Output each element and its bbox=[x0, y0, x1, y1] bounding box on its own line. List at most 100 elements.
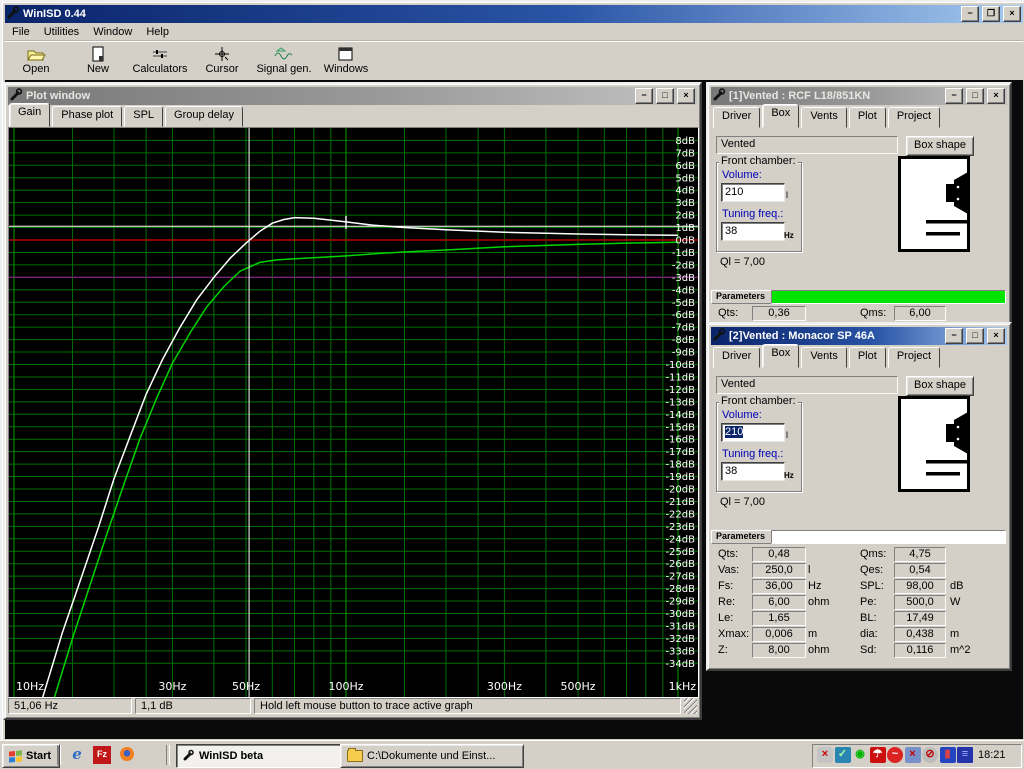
plot-close-button[interactable]: × bbox=[677, 88, 695, 104]
proj2-volume-input[interactable]: 210 bbox=[721, 423, 785, 442]
proj2-param-unit: m bbox=[808, 628, 817, 640]
proj2-tab-vents[interactable]: Vents bbox=[801, 347, 847, 368]
filezilla-quicklaunch-icon[interactable]: Fz bbox=[93, 746, 111, 764]
project2-maximize-button[interactable]: □ bbox=[966, 328, 984, 344]
proj2-param-unit: m bbox=[950, 628, 959, 640]
proj1-tab-driver[interactable]: Driver bbox=[713, 107, 760, 128]
internet-explorer-quicklaunch-icon[interactable]: e bbox=[68, 746, 86, 764]
menu-help[interactable]: Help bbox=[139, 25, 176, 39]
proj1-tab-plot[interactable]: Plot bbox=[849, 107, 886, 128]
menu-bar: FileUtilitiesWindowHelp bbox=[5, 23, 1023, 41]
menu-window[interactable]: Window bbox=[86, 25, 139, 39]
tab-group-delay[interactable]: Group delay bbox=[165, 106, 243, 127]
y-axis-label: 4dB bbox=[675, 186, 695, 197]
plot-area[interactable]: 8dB7dB6dB5dB4dB3dB2dB1dB0dB-1dB-2dB-3dB-… bbox=[8, 127, 699, 698]
plot-window-titlebar[interactable]: Plot window − □ × bbox=[8, 87, 697, 105]
proj2-param-value: 98,00 bbox=[894, 579, 946, 594]
battery-monitor-tray-icon[interactable]: ▮ bbox=[940, 747, 956, 763]
project1-title: [1]Vented : RCF L18/851KN bbox=[729, 90, 942, 102]
proj2-param-value: 0,438 bbox=[894, 627, 946, 642]
project2-title: [2]Vented : Monacor SP 46A bbox=[729, 330, 942, 342]
proj1-front-chamber-label: Front chamber: bbox=[719, 155, 798, 167]
y-axis-label: -32dB bbox=[665, 634, 695, 645]
proj2-param-label: dia: bbox=[860, 628, 878, 640]
proj1-box-shape-button[interactable]: Box shape bbox=[906, 136, 974, 156]
proj2-param-label: Re: bbox=[718, 596, 735, 608]
proj1-tuning-input[interactable]: 38 bbox=[721, 222, 785, 241]
menu-file[interactable]: File bbox=[5, 25, 37, 39]
proj2-tab-project[interactable]: Project bbox=[888, 347, 940, 368]
avira-umbrella-tray-icon[interactable]: ☂ bbox=[870, 747, 886, 763]
proj1-tab-box[interactable]: Box bbox=[762, 104, 799, 128]
firefox-quicklaunch-icon[interactable] bbox=[118, 746, 136, 764]
main-titlebar[interactable]: WinISD 0.44 − ❐ × bbox=[5, 5, 1023, 23]
proj2-tab-driver[interactable]: Driver bbox=[713, 347, 760, 368]
proj1-tab-project[interactable]: Project bbox=[888, 107, 940, 128]
task-1-button[interactable]: WinISD beta bbox=[176, 744, 348, 768]
project1-maximize-button[interactable]: □ bbox=[966, 88, 984, 104]
proj2-param-label: SPL: bbox=[860, 580, 884, 592]
task-2-button[interactable]: C:\Dokumente und Einst... bbox=[340, 744, 524, 768]
tab-gain[interactable]: Gain bbox=[9, 103, 50, 127]
project1-titlebar[interactable]: [1]Vented : RCF L18/851KN − □ × bbox=[711, 87, 1007, 105]
new-toolbar-button[interactable]: New bbox=[67, 42, 129, 82]
proj2-param-value: 36,00 bbox=[752, 579, 806, 594]
y-axis-label: -24dB bbox=[665, 534, 695, 545]
x-axis-label: 100Hz bbox=[328, 680, 363, 693]
curve-green[interactable] bbox=[50, 242, 678, 697]
y-axis-label: -29dB bbox=[665, 597, 695, 608]
proj2-param-value: 1,65 bbox=[752, 611, 806, 626]
y-axis-label: -26dB bbox=[665, 559, 695, 570]
project1-close-button[interactable]: × bbox=[987, 88, 1005, 104]
project1-minimize-button[interactable]: − bbox=[945, 88, 963, 104]
main-close-button[interactable]: × bbox=[1003, 6, 1021, 22]
windows-toolbar-button[interactable]: Windows bbox=[315, 42, 377, 82]
blocked-sign-tray-icon[interactable]: ⊘ bbox=[922, 747, 938, 763]
windows-flag-icon bbox=[9, 750, 22, 762]
proj2-param-value: 0,006 bbox=[752, 627, 806, 642]
proj2-tab-box[interactable]: Box bbox=[762, 344, 799, 368]
proj1-ql-value: Ql = 7,00 bbox=[720, 256, 765, 268]
y-axis-label: -16dB bbox=[665, 435, 695, 446]
device-remove-tray-icon[interactable]: × bbox=[817, 747, 833, 763]
proj2-tuning-input[interactable]: 38 bbox=[721, 462, 785, 481]
signal-gen-toolbar-button[interactable]: Signal gen. bbox=[253, 42, 315, 82]
y-axis-label: -34dB bbox=[665, 659, 695, 670]
sync-cube-tray-icon[interactable]: ✓ bbox=[835, 747, 851, 763]
proj2-parameters-bar bbox=[771, 530, 1006, 544]
project2-titlebar[interactable]: [2]Vented : Monacor SP 46A − □ × bbox=[711, 327, 1007, 345]
y-axis-label: -7dB bbox=[672, 323, 695, 334]
y-axis-label: -9dB bbox=[672, 348, 695, 359]
proj2-param-unit: ohm bbox=[808, 596, 829, 608]
gain-chart[interactable]: 8dB7dB6dB5dB4dB3dB2dB1dB0dB-1dB-2dB-3dB-… bbox=[9, 128, 698, 697]
proj1-volume-input[interactable]: 210 bbox=[721, 183, 785, 202]
proj1-tab-vents[interactable]: Vents bbox=[801, 107, 847, 128]
main-minimize-button[interactable]: − bbox=[961, 6, 979, 22]
menu-utilities[interactable]: Utilities bbox=[37, 25, 86, 39]
network-error-tray-icon[interactable]: × bbox=[905, 747, 921, 763]
project2-minimize-button[interactable]: − bbox=[945, 328, 963, 344]
proj2-param-unit: W bbox=[950, 596, 960, 608]
plot-minimize-button[interactable]: − bbox=[635, 88, 653, 104]
cursor-toolbar-button[interactable]: Cursor bbox=[191, 42, 253, 82]
blue-book-tray-icon[interactable]: ≡ bbox=[957, 747, 973, 763]
open-toolbar-button[interactable]: Open bbox=[5, 42, 67, 82]
plot-maximize-button[interactable]: □ bbox=[656, 88, 674, 104]
main-restore-button[interactable]: ❐ bbox=[982, 6, 1000, 22]
proj2-tab-plot[interactable]: Plot bbox=[849, 347, 886, 368]
wireless-tray-icon[interactable]: ◉ bbox=[852, 747, 868, 763]
proj2-box-shape-button[interactable]: Box shape bbox=[906, 376, 974, 396]
proj2-param-value: 17,49 bbox=[894, 611, 946, 626]
proj2-param-value: 4,75 bbox=[894, 547, 946, 562]
antivirus-ball-tray-icon[interactable]: ~ bbox=[887, 747, 903, 763]
proj2-param-unit: Hz bbox=[808, 580, 821, 592]
project2-close-button[interactable]: × bbox=[987, 328, 1005, 344]
tab-phase-plot[interactable]: Phase plot bbox=[52, 106, 122, 127]
y-axis-label: -12dB bbox=[665, 385, 695, 396]
y-axis-label: -30dB bbox=[665, 609, 695, 620]
tab-spl[interactable]: SPL bbox=[124, 106, 163, 127]
resize-grip[interactable] bbox=[684, 698, 697, 714]
calculators-toolbar-button[interactable]: Calculators bbox=[129, 42, 191, 82]
start-button[interactable]: Start bbox=[2, 744, 60, 768]
windows-label: Windows bbox=[324, 63, 369, 75]
